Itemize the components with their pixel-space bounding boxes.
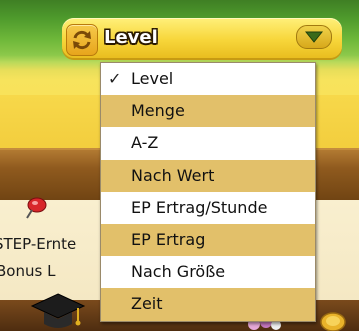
selected-check-icon: ✓ xyxy=(108,69,122,88)
option-label: EP Ertrag/Stunde xyxy=(131,197,268,217)
coin-icon xyxy=(320,312,346,331)
sort-direction-button[interactable] xyxy=(66,24,98,56)
option-label: Level xyxy=(131,69,174,88)
sort-option-nach-wert[interactable]: Nach Wert xyxy=(101,159,315,192)
item-card-title: STEP-Ernte xyxy=(0,235,77,253)
sort-current-label[interactable]: Level xyxy=(104,27,158,48)
option-label: Menge xyxy=(131,101,185,121)
sort-options-menu: ✓ Level Menge A-Z Nach Wert EP Ertrag/St… xyxy=(100,62,316,322)
graduation-cap-icon xyxy=(30,293,86,328)
sort-open-button[interactable] xyxy=(296,25,332,49)
option-label: EP Ertrag xyxy=(131,229,206,249)
sort-option-level[interactable]: ✓ Level xyxy=(101,63,315,95)
sort-option-ep-ertrag[interactable]: EP Ertrag xyxy=(101,223,315,257)
sort-option-ep-ertrag-stunde[interactable]: EP Ertrag/Stunde xyxy=(101,192,315,224)
item-card-subtitle: Bonus L xyxy=(0,262,56,280)
sort-option-a-z[interactable]: A-Z xyxy=(101,127,315,159)
swap-arrows-icon xyxy=(73,30,91,50)
pushpin-icon xyxy=(26,197,47,219)
chevron-down-icon xyxy=(305,31,323,43)
sort-option-nach-groesse[interactable]: Nach Größe xyxy=(101,256,315,288)
sort-option-menge[interactable]: Menge xyxy=(101,95,315,128)
option-label: Nach Wert xyxy=(131,165,215,185)
option-label: Nach Größe xyxy=(131,262,226,282)
sort-option-zeit[interactable]: Zeit xyxy=(101,288,315,321)
option-label: Zeit xyxy=(131,294,163,314)
option-label: A-Z xyxy=(131,133,159,153)
